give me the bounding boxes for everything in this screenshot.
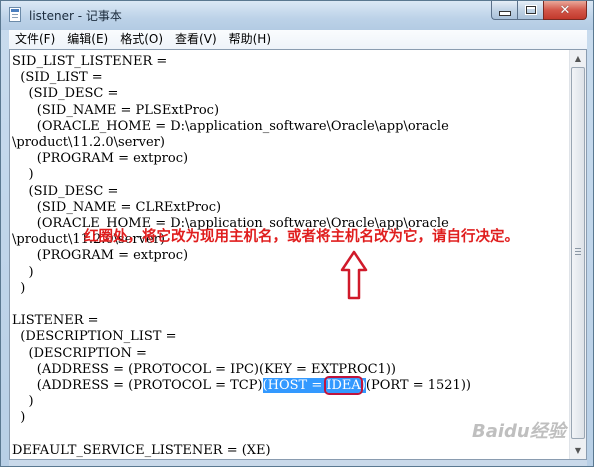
scroll-down-icon[interactable]: ▼ bbox=[570, 442, 586, 459]
window-bottom-frame bbox=[9, 460, 587, 466]
minimize-button[interactable] bbox=[491, 1, 517, 20]
menu-file[interactable]: 文件(F) bbox=[9, 30, 61, 49]
editor-content[interactable]: SID_LIST_LISTENER = (SID_LIST = (SID_DES… bbox=[12, 54, 568, 459]
menu-format[interactable]: 格式(O) bbox=[114, 30, 169, 49]
menu-edit[interactable]: 编辑(E) bbox=[61, 30, 114, 49]
code-block-top: SID_LIST_LISTENER = (SID_LIST = (SID_DES… bbox=[12, 54, 449, 377]
notepad-icon bbox=[9, 7, 21, 22]
vertical-scrollbar[interactable]: ▲ ▼ bbox=[569, 50, 586, 459]
text-editor[interactable]: SID_LIST_LISTENER = (SID_LIST = (SID_DES… bbox=[9, 49, 587, 460]
selected-host-label: (HOST = bbox=[262, 378, 327, 394]
up-arrow-icon bbox=[340, 250, 368, 300]
title-bar[interactable]: listener - 记事本 ✕ bbox=[1, 1, 593, 30]
code-block-bottom: ) ) DEFAULT_SERVICE_LISTENER = (XE) bbox=[12, 394, 271, 458]
window-title: listener - 记事本 bbox=[29, 9, 122, 23]
watermark: Baidu经验 bbox=[472, 421, 566, 442]
close-button[interactable]: ✕ bbox=[543, 1, 587, 20]
annotation-note: 红圈处，将它改为现用主机名，或者将主机名改为它，请自行决定。 bbox=[84, 229, 519, 245]
scroll-thumb[interactable] bbox=[571, 67, 585, 439]
minimize-icon bbox=[498, 10, 511, 16]
close-icon: ✕ bbox=[559, 2, 571, 18]
menu-help[interactable]: 帮助(H) bbox=[223, 30, 277, 49]
scroll-up-icon[interactable]: ▲ bbox=[570, 50, 586, 67]
menu-view[interactable]: 查看(V) bbox=[169, 30, 223, 49]
selected-host-value: IDEA bbox=[324, 376, 363, 396]
menu-bar: 文件(F) 编辑(E) 格式(O) 查看(V) 帮助(H) bbox=[9, 30, 587, 49]
address-tcp-prefix: (ADDRESS = (PROTOCOL = TCP) bbox=[12, 378, 263, 394]
maximize-icon bbox=[524, 5, 537, 15]
caption-buttons: ✕ bbox=[491, 1, 587, 21]
address-port: (PORT = 1521)) bbox=[365, 378, 471, 394]
maximize-button[interactable] bbox=[517, 1, 543, 20]
